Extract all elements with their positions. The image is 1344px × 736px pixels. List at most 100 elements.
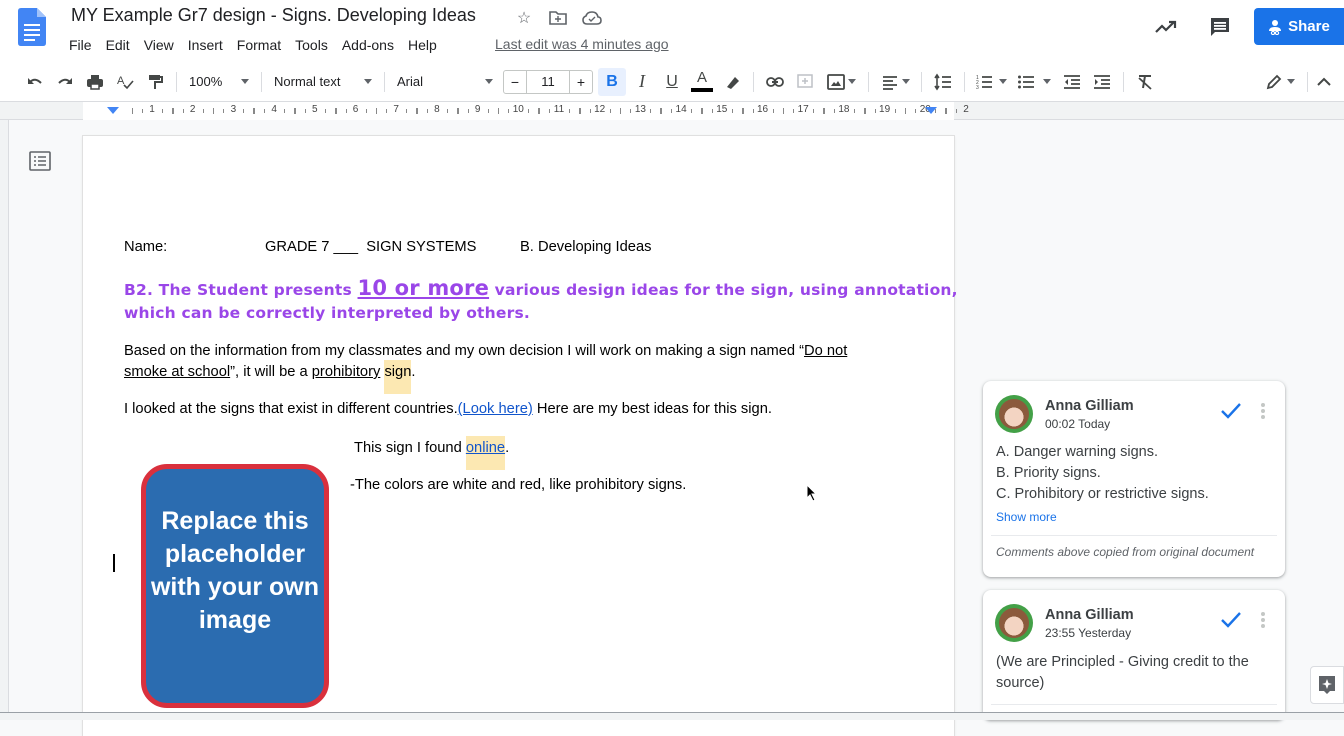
more-options-icon[interactable] xyxy=(1261,403,1265,421)
ruler-tick xyxy=(701,108,703,114)
menu-format[interactable]: Format xyxy=(237,35,287,55)
decrease-indent-icon[interactable] xyxy=(1058,68,1086,96)
clear-formatting-icon[interactable] xyxy=(1131,68,1159,96)
font-size-input[interactable]: 11 xyxy=(526,70,570,93)
zoom-select[interactable]: 100% xyxy=(183,74,255,89)
criterion-emphasis: 10 or more xyxy=(357,276,490,300)
ruler-page-area[interactable]: 1 2 3 4 5 6 7 8 9 10 11 12 13 14 15 16 17 18 19 20 2 xyxy=(83,102,969,120)
p1-mid: ”, it will be a xyxy=(230,364,312,380)
increase-indent-icon[interactable] xyxy=(1088,68,1116,96)
comment-card[interactable]: Anna Gilliam 23:55 Yesterday (We are Pri… xyxy=(983,590,1285,720)
share-button[interactable]: Share xyxy=(1254,8,1344,45)
ruler-number: 14 xyxy=(675,104,687,115)
toolbar-divider xyxy=(868,71,869,92)
menu-help[interactable]: Help xyxy=(408,35,443,55)
decrease-font-size-button[interactable]: − xyxy=(504,71,526,93)
align-left-icon[interactable] xyxy=(876,68,914,96)
explore-button[interactable] xyxy=(1310,666,1344,704)
horizontal-ruler[interactable]: 1 2 3 4 5 6 7 8 9 10 11 12 13 14 15 16 17 18 19 20 2 xyxy=(0,102,1344,120)
p2-tail: Here are my best ideas for this sign. xyxy=(532,401,772,417)
menu-addons[interactable]: Add-ons xyxy=(342,35,400,55)
avatar[interactable] xyxy=(995,604,1033,642)
sign-name-part-1: Do not xyxy=(804,343,848,359)
text-color-button[interactable]: A xyxy=(688,68,716,96)
menu-tools[interactable]: Tools xyxy=(295,35,334,55)
font-select[interactable]: Arial xyxy=(391,74,499,89)
paragraph-1-line-2: smoke at school”, it will be a prohibito… xyxy=(124,360,416,394)
cloud-saved-icon[interactable] xyxy=(582,8,602,28)
caption-text: This sign I found xyxy=(354,440,466,456)
numbered-list-icon[interactable]: 123 xyxy=(972,68,1010,96)
ruler-tick xyxy=(731,109,733,113)
vertical-ruler[interactable] xyxy=(0,120,9,720)
ruler-tick xyxy=(813,109,815,113)
more-options-icon[interactable] xyxy=(1261,612,1265,630)
menu-file[interactable]: File xyxy=(69,35,98,55)
redo-icon[interactable] xyxy=(51,68,79,96)
resolve-check-icon[interactable] xyxy=(1220,401,1242,421)
editing-mode-pencil-icon[interactable] xyxy=(1260,68,1300,96)
line-spacing-icon[interactable] xyxy=(929,68,957,96)
style-select[interactable]: Normal text xyxy=(268,74,378,89)
paint-format-icon[interactable] xyxy=(141,68,169,96)
right-indent-marker[interactable] xyxy=(925,107,937,114)
toolbar-divider xyxy=(1123,71,1124,92)
ruler-tick xyxy=(874,109,876,113)
p1-text: Based on the information from my classma… xyxy=(124,343,804,359)
insert-image-icon[interactable] xyxy=(821,68,861,96)
prohibitory-word: prohibitory xyxy=(311,364,381,380)
undo-icon[interactable] xyxy=(21,68,49,96)
menu-insert[interactable]: Insert xyxy=(188,35,229,55)
last-edit-link[interactable]: Last edit was 4 minutes ago xyxy=(495,36,669,52)
ruler-tick xyxy=(752,109,754,113)
left-indent-marker[interactable] xyxy=(107,107,119,114)
ruler-tick xyxy=(630,109,632,113)
ruler-tick xyxy=(528,109,530,113)
menu-view[interactable]: View xyxy=(144,35,180,55)
placeholder-text: Replace this placeholder with your own i… xyxy=(150,507,320,634)
ruler-tick xyxy=(853,109,855,113)
criterion-suffix: various design ideas for the sign, using… xyxy=(489,281,958,299)
show-more-link[interactable]: Show more xyxy=(996,510,1057,524)
star-icon[interactable]: ☆ xyxy=(514,8,534,28)
comment-history-icon[interactable] xyxy=(1202,9,1238,45)
collapse-menus-icon[interactable] xyxy=(1315,68,1343,96)
move-to-folder-icon[interactable] xyxy=(548,8,568,28)
resolve-check-icon[interactable] xyxy=(1220,610,1242,630)
spellcheck-icon[interactable]: A xyxy=(111,68,139,96)
activity-dashboard-icon[interactable] xyxy=(1148,9,1184,45)
highlight-color-icon[interactable] xyxy=(718,68,746,96)
comment-card[interactable]: Anna Gilliam 00:02 Today A. Danger warni… xyxy=(983,381,1285,577)
google-docs-logo-icon[interactable] xyxy=(18,8,46,46)
online-link[interactable]: online xyxy=(465,436,506,470)
ruler-tick xyxy=(304,109,306,113)
look-here-link[interactable]: (Look here) xyxy=(458,401,533,417)
document-outline-icon[interactable] xyxy=(29,150,51,172)
underline-button[interactable]: U xyxy=(658,68,686,96)
document-page[interactable]: Name: GRADE 7 ___ SIGN SYSTEMS B. Develo… xyxy=(83,136,958,736)
document-title[interactable]: MY Example Gr7 design - Signs. Developin… xyxy=(71,5,476,26)
ruler-tick xyxy=(620,108,622,114)
bold-button[interactable]: B xyxy=(598,67,626,96)
p1-end: . xyxy=(411,364,416,380)
ruler-tick xyxy=(905,108,907,114)
ruler-number: 11 xyxy=(553,104,565,115)
section-label: B. Developing Ideas xyxy=(520,239,652,255)
ruler-number: 3 xyxy=(230,104,237,115)
menu-edit[interactable]: Edit xyxy=(106,35,136,55)
avatar[interactable] xyxy=(995,395,1033,433)
italic-button[interactable]: I xyxy=(628,68,656,96)
print-icon[interactable] xyxy=(81,68,109,96)
commented-text-sign[interactable]: sign xyxy=(384,360,412,394)
ruler-tick xyxy=(223,109,225,113)
ruler-tick xyxy=(254,108,256,114)
insert-link-icon[interactable] xyxy=(761,68,789,96)
ruler-number: 16 xyxy=(756,104,769,115)
add-comment-icon[interactable] xyxy=(791,68,819,96)
image-placeholder[interactable]: Replace this placeholder with your own i… xyxy=(141,464,329,708)
ruler-tick xyxy=(772,109,774,113)
increase-font-size-button[interactable]: + xyxy=(570,71,592,93)
ruler-tick xyxy=(467,109,469,113)
ruler-number: 15 xyxy=(716,104,728,115)
bulleted-list-icon[interactable] xyxy=(1012,68,1056,96)
